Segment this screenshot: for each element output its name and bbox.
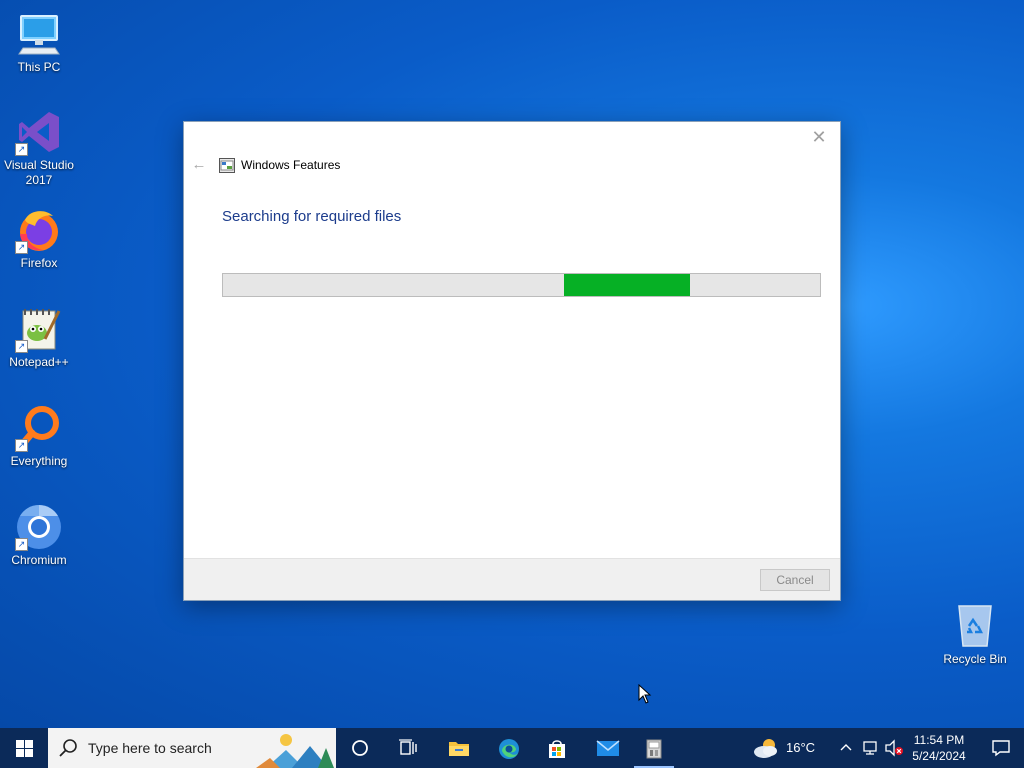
network-status-button[interactable]	[862, 738, 880, 758]
recycle-bin-icon	[951, 602, 999, 650]
windows-features-taskbar-button[interactable]	[630, 728, 678, 768]
dialog-footer: Cancel	[184, 558, 840, 600]
back-arrow-icon: ←	[191, 156, 207, 173]
shortcut-arrow-icon: ↗	[15, 143, 28, 156]
desktop-icon-everything[interactable]: ↗ Everything	[0, 404, 78, 469]
desktop-icon-visual-studio[interactable]: ↗ Visual Studio 2017	[0, 108, 78, 188]
taskbar: Type here to search 16°C 11:54 PM 5/24/2…	[0, 728, 1024, 768]
file-explorer-icon	[449, 742, 469, 756]
mouse-cursor-icon	[638, 683, 652, 704]
cancel-button[interactable]: Cancel	[760, 569, 830, 591]
everything-search-icon: ↗	[15, 404, 63, 452]
windows-features-dialog: ✕ ← Windows Features Searching for requi…	[183, 121, 841, 601]
desktop-icon-recycle-bin[interactable]: Recycle Bin	[936, 602, 1014, 667]
dialog-title: Windows Features	[241, 158, 341, 172]
store-icon	[549, 740, 565, 758]
shortcut-arrow-icon: ↗	[15, 340, 28, 353]
close-icon: ✕	[811, 127, 827, 147]
desktop-icon-label: Everything	[10, 454, 68, 468]
store-button[interactable]	[532, 728, 580, 768]
edge-button[interactable]	[484, 728, 532, 768]
desktop-icon-label: Notepad++	[9, 355, 69, 369]
start-button[interactable]	[0, 728, 48, 768]
desktop-icon-label: This PC	[17, 60, 61, 74]
desktop-icon-notepadpp[interactable]: ↗ Notepad++	[0, 305, 78, 370]
task-view-button[interactable]	[384, 728, 432, 768]
shortcut-arrow-icon: ↗	[15, 439, 28, 452]
desktop-icon-firefox[interactable]: ↗ Firefox	[0, 206, 78, 271]
taskbar-clock[interactable]: 11:54 PM 5/24/2024	[905, 732, 973, 764]
network-icon	[863, 741, 877, 755]
clock-date: 5/24/2024	[912, 749, 966, 763]
desktop-icon-label: Recycle Bin	[943, 652, 1007, 666]
windows-features-icon	[646, 739, 662, 759]
edge-icon	[499, 739, 519, 759]
close-button[interactable]: ✕	[806, 126, 832, 148]
file-explorer-button[interactable]	[434, 728, 482, 768]
windows-logo-icon	[16, 740, 33, 757]
volume-button[interactable]	[884, 738, 904, 758]
progress-bar-fill	[563, 274, 691, 296]
mail-button[interactable]	[582, 728, 630, 768]
desktop-icon-label: Chromium	[11, 553, 67, 567]
chromium-icon: ↗	[15, 503, 63, 551]
volume-muted-icon	[885, 739, 903, 757]
cortana-button[interactable]	[336, 728, 384, 768]
desktop: This PC ↗ Visual Studio 2017 ↗ Firefox ↗…	[0, 0, 1024, 728]
shortcut-arrow-icon: ↗	[15, 241, 28, 254]
show-hidden-icons-button[interactable]	[838, 738, 854, 758]
action-center-button[interactable]	[978, 728, 1024, 768]
firefox-icon: ↗	[15, 206, 63, 254]
mail-icon	[596, 740, 620, 756]
back-button[interactable]: ←	[190, 156, 208, 174]
chevron-up-icon	[840, 744, 852, 751]
partly-cloudy-icon	[754, 739, 777, 758]
windows-features-icon	[219, 158, 235, 173]
status-heading: Searching for required files	[222, 208, 402, 225]
weather-widget[interactable]: 16°C	[750, 728, 822, 768]
desktop-icon-chromium[interactable]: ↗ Chromium	[0, 503, 78, 568]
search-icon	[59, 739, 77, 757]
search-placeholder: Type here to search	[88, 740, 212, 756]
progress-bar	[222, 273, 821, 297]
cortana-icon	[352, 740, 368, 756]
task-view-icon	[399, 739, 417, 755]
computer-icon	[15, 10, 63, 58]
notepadpp-icon: ↗	[15, 305, 63, 353]
clock-time: 11:54 PM	[913, 733, 965, 747]
search-highlight-illustration-icon	[256, 728, 336, 768]
desktop-icon-label: Visual Studio 2017	[4, 158, 74, 187]
desktop-icon-label: Firefox	[20, 256, 58, 270]
shortcut-arrow-icon: ↗	[15, 538, 28, 551]
desktop-icon-this-pc[interactable]: This PC	[0, 10, 78, 75]
weather-temperature: 16°C	[786, 740, 816, 755]
visual-studio-icon: ↗	[15, 108, 63, 156]
taskbar-search-box[interactable]: Type here to search	[48, 728, 336, 768]
action-center-icon	[992, 740, 1010, 757]
